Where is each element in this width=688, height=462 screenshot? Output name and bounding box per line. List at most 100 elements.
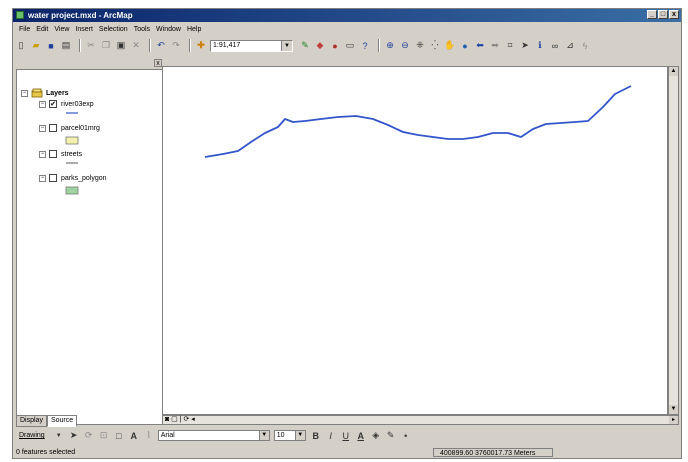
scroll-down-icon[interactable]: ▼ (669, 405, 678, 414)
italic-button[interactable]: I (325, 430, 337, 442)
marker-color-icon[interactable]: • (400, 430, 412, 442)
river-feature[interactable] (163, 67, 667, 414)
edit-vertices-icon[interactable]: ⌇ (143, 430, 155, 442)
arccatalog-icon[interactable]: ● (329, 40, 341, 52)
layer-row-streets[interactable]: − streets (39, 150, 82, 158)
layer-row-parcel01mrg[interactable]: − parcel01mrg (39, 124, 100, 132)
scroll-up-icon[interactable]: ▲ (669, 67, 678, 76)
underline-button[interactable]: U (340, 430, 352, 442)
drawing-menu[interactable]: Drawing (19, 432, 45, 439)
layers-root-row[interactable]: − Layers (21, 88, 69, 98)
line-color-icon[interactable]: ✎ (385, 430, 397, 442)
add-data-icon[interactable]: ✚ (195, 40, 207, 52)
menu-tools[interactable]: Tools (134, 26, 150, 33)
arctoolbox-icon[interactable]: ◆ (314, 40, 326, 52)
font-name-combo[interactable]: Arial ▼ (157, 430, 270, 441)
layer-name: parks_polygon (61, 174, 107, 182)
collapse-icon[interactable]: − (39, 150, 46, 158)
measure-icon[interactable]: ⊿ (564, 40, 576, 52)
coordinate-readout: 400899.60 3760017.73 Meters (433, 448, 553, 457)
print-icon[interactable]: ▤ (60, 40, 72, 52)
select-features-icon[interactable]: ⌗ (504, 40, 516, 52)
maximize-button[interactable]: □ (658, 10, 668, 19)
forward-arrow-icon[interactable]: ➡ (489, 40, 501, 52)
collapse-icon[interactable]: − (39, 100, 46, 108)
line-symbol-icon (66, 112, 78, 114)
rotate-icon[interactable]: ⟳ (83, 430, 95, 442)
map-display[interactable] (162, 66, 668, 415)
whats-this-icon[interactable]: ? (359, 40, 371, 52)
fixed-zoom-in-icon[interactable]: ⁜ (414, 40, 426, 52)
copy-icon[interactable]: ❐ (100, 40, 112, 52)
delete-icon[interactable]: ✕ (130, 40, 142, 52)
fill-color-icon[interactable]: ◈ (370, 430, 382, 442)
layer-row-parks-polygon[interactable]: − parks_polygon (39, 174, 107, 182)
paste-icon[interactable]: ▣ (115, 40, 127, 52)
menu-view[interactable]: View (54, 26, 69, 33)
layer-visibility-checkbox[interactable] (49, 124, 57, 132)
collapse-icon[interactable]: − (21, 89, 28, 97)
redo-icon[interactable]: ↷ (170, 40, 182, 52)
line-symbol-icon (66, 162, 78, 164)
layers-icon (31, 88, 43, 98)
editor-toolbar-icon[interactable]: ✎ (299, 40, 311, 52)
collapse-icon[interactable]: − (39, 174, 46, 182)
menu-window[interactable]: Window (156, 26, 181, 33)
menu-help[interactable]: Help (187, 26, 201, 33)
font-size-combo[interactable]: 10 ▼ (273, 430, 306, 441)
find-binoculars-icon[interactable]: ∞ (549, 40, 561, 52)
bold-button[interactable]: B (310, 430, 322, 442)
pan-hand-icon[interactable]: ✋ (444, 40, 456, 52)
minimize-button[interactable]: _ (647, 10, 657, 19)
back-arrow-icon[interactable]: ⬅ (474, 40, 486, 52)
full-extent-globe-icon[interactable]: ● (459, 40, 471, 52)
menu-file[interactable]: File (19, 26, 30, 33)
menu-edit[interactable]: Edit (36, 26, 48, 33)
chevron-down-icon[interactable]: ▼ (294, 431, 305, 440)
standard-toolbar: ▯ ▰ ■ ▤ ✂ ❐ ▣ ✕ ↶ ↷ ✚ 1:91,417 ▼ ✎ ◆ ● ▭… (15, 37, 679, 54)
zoom-out-icon[interactable]: ⊖ (399, 40, 411, 52)
layer-row-river03exp[interactable]: − ✔ river03exp (39, 100, 94, 108)
chevron-down-icon[interactable]: ▼ (53, 430, 65, 442)
cut-icon[interactable]: ✂ (85, 40, 97, 52)
chevron-down-icon[interactable]: ▼ (258, 431, 269, 440)
zoom-to-selected-icon[interactable]: ⊡ (98, 430, 110, 442)
scroll-right-icon[interactable]: ▸ (669, 416, 678, 424)
layer-visibility-checkbox[interactable] (49, 174, 57, 182)
zoom-in-icon[interactable]: ⊕ (384, 40, 396, 52)
title-bar: water project.mxd - ArcMap _ □ x (13, 9, 681, 22)
layer-visibility-checkbox[interactable]: ✔ (49, 100, 57, 108)
undo-icon[interactable]: ↶ (155, 40, 167, 52)
view-switch-icons[interactable]: ◙ ▢ | ⟳ ◂ (165, 416, 195, 424)
save-icon[interactable]: ■ (45, 40, 57, 52)
fixed-zoom-out-icon[interactable]: ⁛ (429, 40, 441, 52)
menu-selection[interactable]: Selection (99, 26, 128, 33)
toc-close-icon[interactable]: x (154, 59, 162, 67)
open-folder-icon[interactable]: ▰ (30, 40, 42, 52)
table-of-contents: − Layers − ✔ river03exp − parcel01mrg − … (16, 69, 164, 425)
layer-visibility-checkbox[interactable] (49, 150, 57, 158)
select-pointer-icon[interactable]: ➤ (68, 430, 80, 442)
chevron-down-icon[interactable]: ▼ (281, 40, 292, 51)
select-elements-pointer-icon[interactable]: ➤ (519, 40, 531, 52)
new-document-icon[interactable]: ▯ (15, 40, 27, 52)
map-vertical-scrollbar[interactable]: ▲ ▼ (668, 66, 679, 415)
font-color-icon[interactable]: A (355, 430, 367, 442)
tab-display[interactable]: Display (16, 415, 47, 427)
menu-insert[interactable]: Insert (75, 26, 93, 33)
drawing-toolbar: Drawing ▼ ➤ ⟳ ⊡ □ A ⌇ Arial ▼ 10 ▼ B I U… (15, 428, 679, 443)
text-tool-icon[interactable]: A (128, 430, 140, 442)
toc-title-grip[interactable]: x (16, 59, 164, 68)
tab-source[interactable]: Source (46, 415, 78, 427)
identify-icon[interactable]: ℹ (534, 40, 546, 52)
close-button[interactable]: x (669, 10, 679, 19)
arcmap-window: water project.mxd - ArcMap _ □ x File Ed… (12, 8, 682, 459)
rectangle-tool-icon[interactable]: □ (113, 430, 125, 442)
command-line-icon[interactable]: ▭ (344, 40, 356, 52)
map-horizontal-scrollbar[interactable]: ◙ ▢ | ⟳ ◂ ▸ (162, 415, 679, 425)
map-scale-combo[interactable]: 1:91,417 ▼ (210, 39, 293, 52)
collapse-icon[interactable]: − (39, 124, 46, 132)
hyperlink-lightning-icon[interactable]: ϟ (579, 40, 591, 52)
layer-name: river03exp (61, 100, 94, 108)
layers-root-label: Layers (46, 89, 69, 97)
